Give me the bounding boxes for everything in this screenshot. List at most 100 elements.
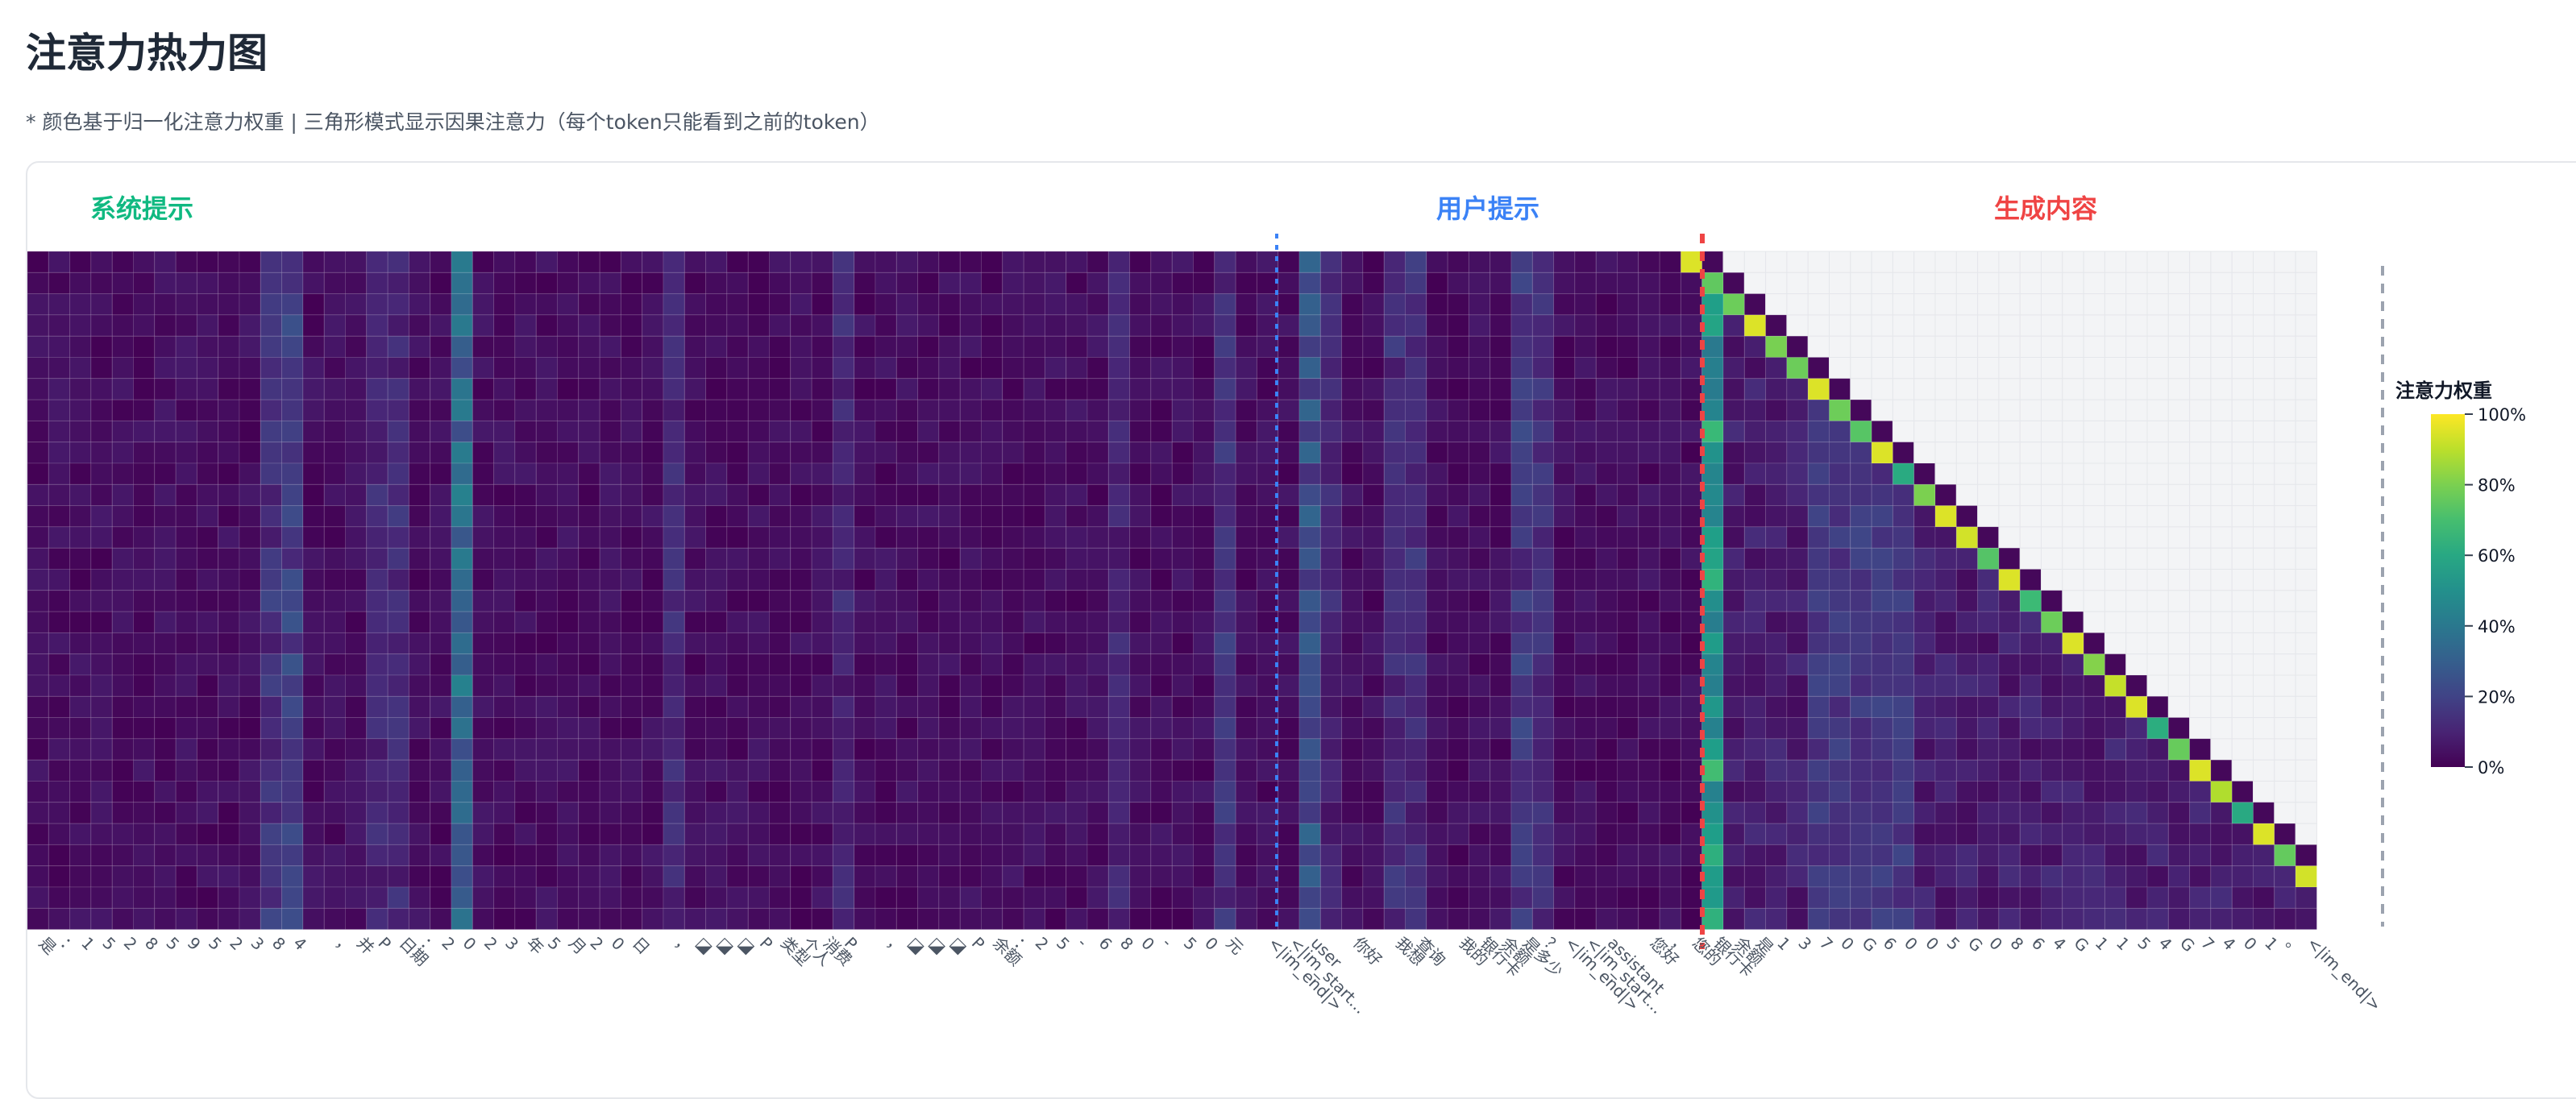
heatmap-cell <box>323 611 347 633</box>
heatmap-cell <box>281 653 304 676</box>
heatmap-cell <box>302 314 325 337</box>
heatmap-cell <box>854 802 876 824</box>
heatmap-cell <box>2146 717 2169 740</box>
heatmap-cell <box>175 632 197 655</box>
heatmap-cell <box>1722 526 1745 549</box>
heatmap-cell <box>769 632 791 655</box>
heatmap-cell <box>1235 569 1257 591</box>
heatmap-cell <box>1659 293 1681 316</box>
heatmap-cell <box>323 293 347 316</box>
heatmap-cell <box>1722 759 1745 782</box>
heatmap-cell <box>1066 251 1088 273</box>
heatmap-cell <box>154 717 177 740</box>
heatmap-cell <box>472 844 495 867</box>
heatmap-cell <box>1468 907 1491 931</box>
heatmap-cell <box>1722 335 1745 359</box>
masked-cell <box>2210 462 2233 485</box>
heatmap-cell <box>832 865 855 888</box>
heatmap-cell <box>239 886 261 909</box>
heatmap-cell <box>1405 632 1427 655</box>
heatmap-cell <box>1086 378 1109 400</box>
heatmap-cell <box>1680 547 1703 570</box>
masked-cell <box>1955 293 1979 316</box>
heatmap-cell <box>2104 907 2127 931</box>
heatmap-cell <box>302 907 325 931</box>
masked-cell <box>2041 505 2063 528</box>
heatmap-cell <box>1765 802 1788 824</box>
heatmap-cell <box>1066 357 1088 379</box>
heatmap-cell <box>1129 357 1152 379</box>
heatmap-cell <box>1659 865 1681 888</box>
heatmap-cell <box>2083 886 2105 909</box>
heatmap-cell <box>1235 251 1257 273</box>
heatmap-cell <box>1617 442 1639 464</box>
heatmap-cell <box>493 717 516 740</box>
masked-cell <box>2146 335 2169 359</box>
heatmap-cell <box>663 293 685 316</box>
masked-cell <box>2146 547 2169 570</box>
heatmap-cell <box>1214 717 1236 740</box>
heatmap-cell <box>642 505 664 528</box>
heatmap-cell <box>726 844 749 867</box>
heatmap-cell <box>1341 293 1364 316</box>
heatmap-cell <box>430 251 452 273</box>
heatmap-cell <box>642 251 664 273</box>
heatmap-cell <box>790 462 812 485</box>
heatmap-cell <box>1913 759 1936 782</box>
heatmap-cell <box>111 314 134 337</box>
heatmap-cell <box>705 781 728 803</box>
heatmap-cell <box>90 314 113 337</box>
heatmap-cell <box>1913 844 1936 867</box>
heatmap-cell <box>1319 442 1343 464</box>
heatmap-cell <box>1574 526 1597 549</box>
heatmap-cell <box>1256 844 1279 867</box>
heatmap-cell <box>1490 442 1512 464</box>
heatmap-cell <box>959 335 982 359</box>
masked-cell <box>1850 378 1872 400</box>
heatmap-cell <box>1998 632 2021 655</box>
heatmap-cell <box>1871 865 1893 888</box>
heatmap-cell <box>323 251 347 273</box>
heatmap-cell <box>1447 907 1469 931</box>
heatmap-cell <box>1743 293 1767 316</box>
masked-cell <box>2295 399 2317 421</box>
heatmap-cell <box>832 399 855 421</box>
heatmap-cell <box>1934 569 1957 591</box>
heatmap-cell <box>1553 547 1576 570</box>
x-tick-label: 5 <box>2134 933 2154 954</box>
heatmap-cell <box>90 738 113 761</box>
masked-cell <box>2146 357 2169 379</box>
heatmap-cell <box>239 357 261 379</box>
masked-cell <box>2083 505 2105 528</box>
heatmap-cell <box>578 272 600 295</box>
heatmap-cell <box>1107 759 1131 782</box>
heatmap-cell <box>620 865 643 888</box>
heatmap-cell <box>1510 865 1533 888</box>
colorbar-title: 注意力权重 <box>2395 379 2492 402</box>
heatmap-cell <box>1574 802 1597 824</box>
heatmap-cell <box>1150 802 1173 824</box>
heatmap-cell <box>1595 802 1618 824</box>
heatmap-cell <box>408 505 431 528</box>
heatmap-cell <box>1193 844 1215 867</box>
heatmap-cell <box>1553 653 1576 676</box>
heatmap-cell <box>1490 505 1512 528</box>
heatmap-cell <box>154 335 177 359</box>
heatmap-cell <box>1786 886 1809 909</box>
heatmap-cell <box>2210 823 2233 845</box>
heatmap-cell <box>790 738 812 761</box>
heatmap-cell <box>218 293 240 316</box>
heatmap-cell <box>133 462 156 485</box>
masked-cell <box>2125 442 2148 464</box>
heatmap-cell <box>1553 695 1576 719</box>
heatmap-cell <box>599 357 621 379</box>
heatmap-cell <box>1129 314 1152 337</box>
heatmap-cell <box>1298 442 1321 464</box>
heatmap-cell <box>875 314 897 337</box>
heatmap-cell <box>854 314 876 337</box>
heatmap-cell <box>90 632 113 655</box>
heatmap-cell <box>1680 378 1703 400</box>
heatmap-cell <box>1510 611 1533 633</box>
heatmap-cell <box>1955 865 1979 888</box>
heatmap-cell <box>2231 802 2254 824</box>
